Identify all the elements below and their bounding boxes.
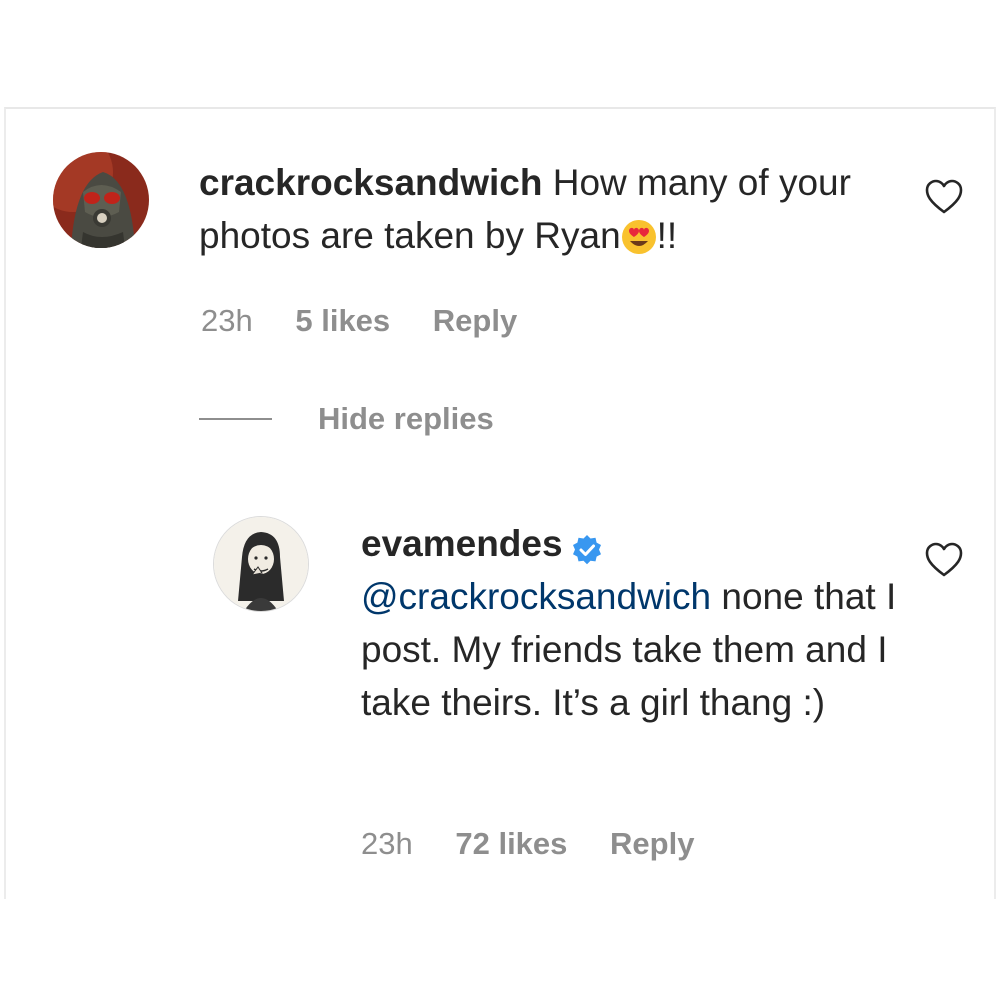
hide-replies-toggle[interactable]: Hide replies <box>199 401 494 437</box>
hide-replies-label: Hide replies <box>318 401 494 436</box>
comment-likes[interactable]: 5 likes <box>295 303 390 338</box>
reply-meta: 23h 72 likes Reply <box>361 826 728 862</box>
comment-meta: 23h 5 likes Reply <box>201 303 551 339</box>
comment-text-end: !! <box>656 215 678 256</box>
reply-mention-link[interactable]: @crackrocksandwich <box>361 576 711 617</box>
comment-body: crackrocksandwich How many of your photo… <box>199 156 899 262</box>
reply-username[interactable]: evamendes <box>361 523 563 564</box>
reply-reply-button[interactable]: Reply <box>610 826 694 861</box>
reply-time: 23h <box>361 826 413 861</box>
heart-eyes-emoji-icon <box>621 216 657 255</box>
gas-mask-avatar-image <box>53 152 149 248</box>
verified-badge-icon <box>571 527 603 565</box>
divider-line <box>199 418 272 420</box>
reply-likes[interactable]: 72 likes <box>455 826 567 861</box>
sketch-portrait-avatar-image <box>214 517 308 611</box>
comment-username[interactable]: crackrocksandwich <box>199 162 542 203</box>
reply-avatar[interactable] <box>213 516 309 612</box>
reply-like-heart-icon[interactable] <box>925 542 963 578</box>
commenter-avatar[interactable] <box>53 152 149 248</box>
like-heart-icon[interactable] <box>925 179 963 215</box>
reply-body: evamendes @crackrocksandwich none that I… <box>361 517 901 729</box>
comment-reply-button[interactable]: Reply <box>433 303 517 338</box>
comment-time: 23h <box>201 303 253 338</box>
